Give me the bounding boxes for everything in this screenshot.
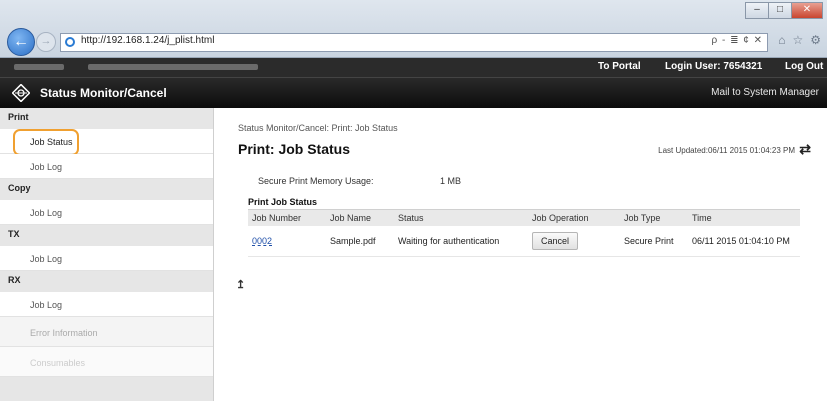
browser-toolbar: ⌂ ☆ ⚙ bbox=[778, 33, 821, 47]
login-user-label: Login User: 7654321 bbox=[665, 61, 763, 72]
job-type-cell: Secure Print bbox=[620, 226, 688, 257]
sidebar-item-print-job-status[interactable]: Job Status bbox=[0, 129, 213, 156]
status-monitor-icon bbox=[12, 84, 30, 102]
breadcrumb: Status Monitor/Cancel: Print: Job Status bbox=[238, 123, 398, 133]
table-row: 0002 Sample.pdf Waiting for authenticati… bbox=[248, 226, 800, 257]
job-name-cell: Sample.pdf bbox=[326, 226, 394, 257]
forward-button[interactable]: → bbox=[36, 32, 56, 52]
log-out-link[interactable]: Log Out bbox=[785, 61, 823, 72]
section-title: Print Job Status bbox=[248, 197, 318, 207]
job-number-link[interactable]: 0002 bbox=[248, 226, 326, 257]
sidebar-category-tx: TX bbox=[0, 225, 213, 246]
sidebar-item-tx-job-log[interactable]: Job Log bbox=[0, 246, 213, 271]
close-button[interactable]: ✕ bbox=[791, 2, 823, 19]
home-icon[interactable]: ⌂ bbox=[778, 33, 785, 47]
sidebar-category-rx: RX bbox=[0, 271, 213, 292]
mail-to-manager-link[interactable]: Mail to System Manager bbox=[711, 87, 819, 98]
sidebar-item-consumables[interactable]: Consumables bbox=[0, 347, 213, 377]
cancel-button[interactable]: Cancel bbox=[532, 232, 579, 250]
sidebar-item-error-information[interactable]: Error Information bbox=[0, 317, 213, 347]
refresh-icon[interactable]: ⇄ bbox=[799, 141, 811, 158]
minimize-button[interactable]: – bbox=[745, 2, 769, 19]
back-button[interactable]: ← bbox=[7, 28, 35, 56]
memory-usage-label: Secure Print Memory Usage: bbox=[258, 176, 374, 186]
browser-chrome: – □ ✕ ← → http://192.168.1.24/j_plist.ht… bbox=[0, 0, 827, 58]
back-to-top-icon[interactable]: ↥ bbox=[236, 278, 245, 291]
maximize-button[interactable]: □ bbox=[768, 2, 792, 19]
sidebar-category-print: Print bbox=[0, 108, 213, 129]
sidebar-item-copy-job-log[interactable]: Job Log bbox=[0, 200, 213, 225]
app-title: Status Monitor/Cancel bbox=[40, 86, 167, 100]
col-status: Status bbox=[394, 209, 528, 226]
device-model-blurred bbox=[88, 64, 258, 70]
col-job-type: Job Type bbox=[620, 209, 688, 226]
sidebar-category-copy: Copy bbox=[0, 179, 213, 200]
device-name-blurred bbox=[14, 64, 64, 70]
table-header-row: Job Number Job Name Status Job Operation… bbox=[248, 209, 800, 226]
sidebar: Print Job Status Job Log Copy Job Log TX… bbox=[0, 108, 214, 401]
page-title: Print: Job Status bbox=[238, 141, 351, 157]
last-updated-text: Last Updated:06/11 2015 01:04:23 PM bbox=[658, 146, 795, 155]
col-job-name: Job Name bbox=[326, 209, 394, 226]
app-header: Status Monitor/Cancel Mail to System Man… bbox=[0, 77, 827, 108]
job-status-cell: Waiting for authentication bbox=[394, 226, 528, 257]
sidebar-item-rx-job-log[interactable]: Job Log bbox=[0, 292, 213, 317]
favorites-icon[interactable]: ☆ bbox=[792, 33, 803, 47]
memory-usage-value: 1 MB bbox=[440, 176, 462, 186]
browser-logo-icon bbox=[65, 37, 75, 47]
sidebar-item-print-job-log[interactable]: Job Log bbox=[0, 154, 213, 179]
job-time-cell: 06/11 2015 01:04:10 PM bbox=[688, 226, 800, 257]
url-text[interactable]: http://192.168.1.24/j_plist.html bbox=[81, 35, 214, 46]
col-job-operation: Job Operation bbox=[528, 209, 620, 226]
window-controls: – □ ✕ bbox=[745, 2, 823, 19]
job-status-table: Job Number Job Name Status Job Operation… bbox=[248, 209, 800, 257]
settings-icon[interactable]: ⚙ bbox=[810, 33, 821, 47]
job-operation-cell: Cancel bbox=[528, 226, 620, 257]
main-content: Status Monitor/Cancel: Print: Job Status… bbox=[214, 108, 827, 401]
top-bar: To Portal Login User: 7654321 Log Out bbox=[0, 58, 827, 77]
address-bar[interactable]: http://192.168.1.24/j_plist.html ρ ‑ ≣ ¢… bbox=[60, 33, 768, 52]
col-job-number: Job Number bbox=[248, 209, 326, 226]
address-tools[interactable]: ρ ‑ ≣ ¢ ✕ bbox=[712, 35, 763, 46]
col-time: Time bbox=[688, 209, 800, 226]
to-portal-link[interactable]: To Portal bbox=[598, 61, 641, 72]
